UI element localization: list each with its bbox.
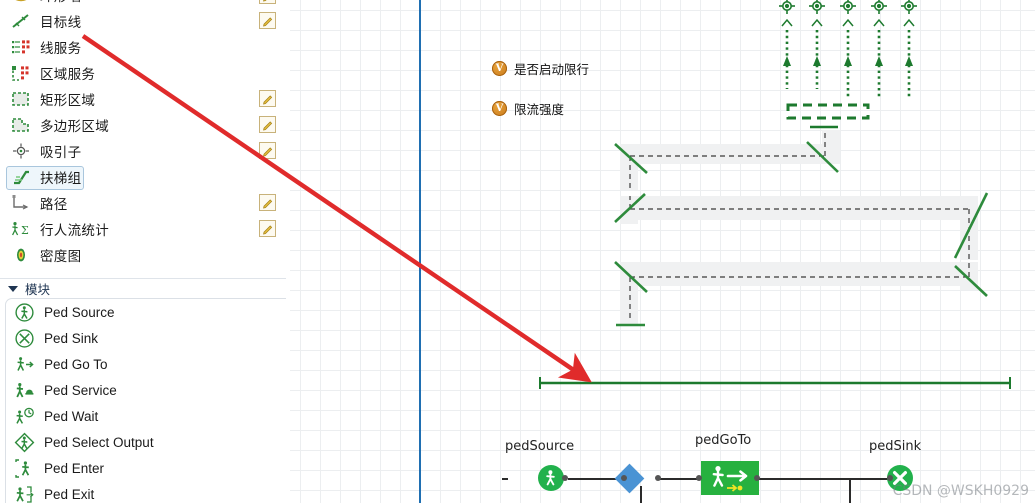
port-goto-out[interactable] bbox=[754, 475, 760, 481]
palette-item-label: 路径 bbox=[40, 197, 68, 213]
module-section-header[interactable]: 模块 bbox=[0, 278, 286, 298]
palette-item-rect-area[interactable]: 矩形区域 bbox=[0, 86, 286, 112]
canvas-vertical-axis bbox=[419, 0, 421, 503]
canvas-grid bbox=[290, 0, 1035, 503]
svg-text:Σ: Σ bbox=[21, 224, 29, 237]
ped-exit-icon bbox=[12, 483, 36, 503]
ped-source-icon bbox=[12, 301, 36, 323]
ped-sink-icon bbox=[12, 327, 36, 349]
palette-item-path[interactable]: 路径 bbox=[0, 190, 286, 216]
palette-item-target-line[interactable]: 目标线 bbox=[0, 8, 286, 34]
module-item-label: Ped Enter bbox=[44, 460, 105, 476]
polygon-area-icon bbox=[10, 115, 32, 135]
module-list: Ped Source Ped Sink Ped Go To Ped Servic… bbox=[5, 298, 286, 503]
rect-area-icon bbox=[10, 89, 32, 109]
variable-row-restriction-intensity[interactable]: V 限流强度 bbox=[492, 99, 564, 118]
palette-item-label: 多边形区域 bbox=[40, 119, 109, 135]
palette-item-label: 目标线 bbox=[40, 15, 82, 31]
wire-select-branch bbox=[640, 486, 642, 503]
port-select-out[interactable] bbox=[655, 475, 661, 481]
wire-goto-to-sink bbox=[757, 478, 892, 480]
attractor-icon bbox=[10, 141, 32, 161]
port-sink-in[interactable] bbox=[887, 475, 893, 481]
target-line-icon bbox=[10, 11, 32, 31]
palette-item-label: 矩形区域 bbox=[40, 93, 96, 109]
module-item-ped-service[interactable]: Ped Service bbox=[6, 377, 286, 403]
ped-flow-stat-icon: Σ bbox=[10, 219, 32, 239]
module-item-label: Ped Service bbox=[44, 382, 117, 398]
module-section-title: 模块 bbox=[25, 282, 51, 297]
module-item-label: Ped Source bbox=[44, 304, 115, 320]
watermark: CSDN @WSKH0929 bbox=[892, 483, 1029, 499]
port-goto-in[interactable] bbox=[696, 475, 702, 481]
density-map-icon bbox=[10, 245, 32, 265]
ped-wait-icon bbox=[12, 405, 36, 427]
chevron-down-icon bbox=[8, 285, 18, 292]
palette-item-area-service[interactable]: 区域服务 bbox=[0, 60, 286, 86]
flow-label-ped-source: pedSource bbox=[505, 439, 575, 454]
flow-label-ped-goto: pedGoTo bbox=[695, 433, 752, 448]
pencil-edit-icon[interactable] bbox=[259, 12, 276, 29]
module-item-ped-wait[interactable]: Ped Wait bbox=[6, 403, 286, 429]
variable-icon: V bbox=[492, 101, 507, 116]
variable-icon: V bbox=[492, 61, 507, 76]
wire-left-stub bbox=[502, 478, 508, 480]
pencil-edit-icon[interactable] bbox=[259, 116, 276, 133]
module-item-label: Ped Exit bbox=[44, 486, 95, 502]
flow-node-ped-goto[interactable] bbox=[701, 461, 759, 495]
palette-item-polygon-area[interactable]: 多边形区域 bbox=[0, 112, 286, 138]
palette-item-line-service[interactable]: 线服务 bbox=[0, 34, 286, 60]
area-service-icon bbox=[10, 63, 32, 83]
pencil-edit-icon[interactable] bbox=[259, 90, 276, 107]
escalator-group-icon bbox=[10, 167, 32, 187]
flow-node-ped-source[interactable] bbox=[538, 465, 564, 491]
ped-enter-icon bbox=[12, 457, 36, 479]
line-service-icon bbox=[10, 37, 32, 57]
palette-item-label: 环形墙 bbox=[40, 0, 81, 5]
palette-item-label: 扶梯组 bbox=[40, 171, 82, 187]
module-item-ped-goto[interactable]: Ped Go To bbox=[6, 351, 286, 377]
module-item-ped-exit[interactable]: Ped Exit bbox=[6, 481, 286, 503]
ring-wall-icon bbox=[10, 0, 32, 5]
ped-goto-icon bbox=[12, 353, 36, 375]
palette-item-label: 线服务 bbox=[40, 41, 82, 57]
flow-label-ped-sink: pedSink bbox=[869, 439, 922, 454]
palette-item-label: 吸引子 bbox=[40, 145, 82, 161]
ped-service-icon bbox=[12, 379, 36, 401]
pencil-edit-icon[interactable] bbox=[259, 220, 276, 237]
ped-select-output-icon bbox=[12, 431, 36, 453]
palette-item-ring-wall[interactable]: 环形墙 bbox=[0, 0, 286, 5]
palette-item-ped-flow-stat[interactable]: Σ 行人流统计 bbox=[0, 216, 286, 242]
palette-item-label: 密度图 bbox=[40, 249, 82, 265]
palette-list: 环形墙 目标线 bbox=[0, 0, 286, 268]
wire-sink-branch bbox=[849, 478, 851, 503]
module-item-ped-sink[interactable]: Ped Sink bbox=[6, 325, 286, 351]
pencil-edit-icon[interactable] bbox=[259, 0, 276, 4]
palette-item-escalator-group[interactable]: 扶梯组 bbox=[0, 164, 286, 190]
model-canvas[interactable]: V 是否启动限行 V 限流强度 pedSource pedGoTo pedSin… bbox=[290, 0, 1035, 503]
module-item-label: Ped Sink bbox=[44, 330, 99, 346]
palette-item-attractor[interactable]: 吸引子 bbox=[0, 138, 286, 164]
pencil-edit-icon[interactable] bbox=[259, 142, 276, 159]
pencil-edit-icon[interactable] bbox=[259, 194, 276, 211]
module-item-ped-source[interactable]: Ped Source bbox=[6, 299, 286, 325]
port-source-out[interactable] bbox=[562, 475, 568, 481]
module-item-label: Ped Wait bbox=[44, 408, 99, 424]
tool-palette-sidebar: 环形墙 目标线 bbox=[0, 0, 286, 503]
module-item-label: Ped Go To bbox=[44, 356, 108, 372]
palette-item-density-map[interactable]: 密度图 bbox=[0, 242, 286, 268]
palette-item-label: 行人流统计 bbox=[40, 223, 109, 239]
module-item-label: Ped Select Output bbox=[44, 434, 154, 450]
variable-label: 限流强度 bbox=[514, 102, 565, 117]
module-item-ped-enter[interactable]: Ped Enter bbox=[6, 455, 286, 481]
variable-label: 是否启动限行 bbox=[514, 62, 590, 77]
variable-row-restriction-toggle[interactable]: V 是否启动限行 bbox=[492, 59, 589, 78]
port-select-in[interactable] bbox=[621, 475, 627, 481]
module-item-ped-select-output[interactable]: Ped Select Output bbox=[6, 429, 286, 455]
palette-item-label: 区域服务 bbox=[40, 67, 96, 83]
wire-select-to-goto bbox=[657, 478, 700, 480]
path-icon bbox=[10, 193, 32, 213]
